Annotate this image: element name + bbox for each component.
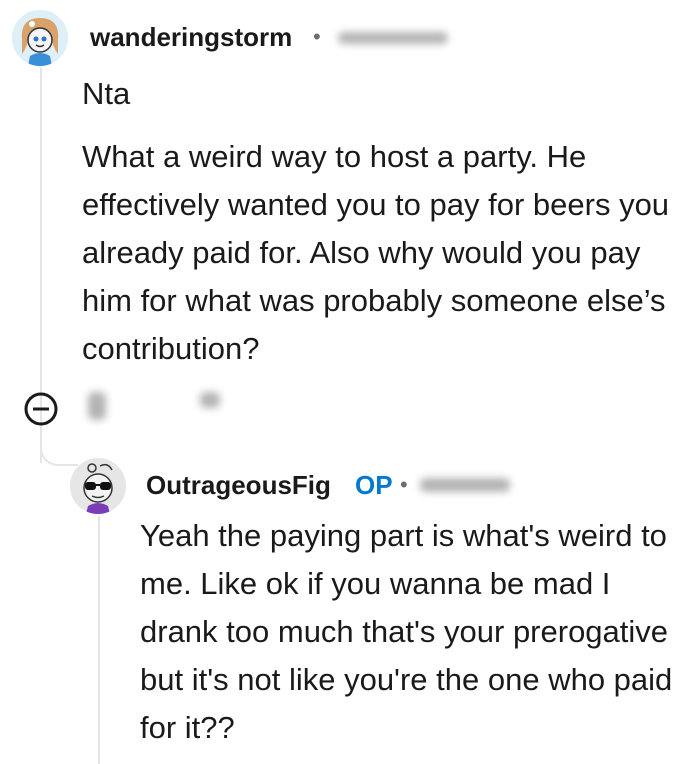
comment-username[interactable]: wanderingstorm <box>90 22 292 53</box>
collapse-thread-button[interactable] <box>22 390 60 428</box>
minus-circle-icon <box>24 392 58 426</box>
avatar[interactable] <box>12 10 68 66</box>
redacted-timestamp <box>420 478 510 492</box>
thread-line-elbow <box>40 430 78 466</box>
comment-username[interactable]: OutrageousFig <box>146 470 331 501</box>
op-badge: OP <box>355 470 393 500</box>
redacted-timestamp <box>338 32 448 44</box>
comment-short-text: Nta <box>82 76 131 111</box>
avatar-icon <box>70 458 126 514</box>
comment-body: Yeah the paying part is what's weird to … <box>140 518 673 745</box>
avatar-icon <box>12 10 68 66</box>
avatar[interactable] <box>70 458 126 514</box>
redacted-action-icon <box>200 392 220 408</box>
comment-body: What a weird way to host a party. He eff… <box>82 139 670 366</box>
reply-thread-line[interactable] <box>98 516 100 764</box>
redacted-vote-icon <box>88 392 106 420</box>
separator-dot: • <box>313 24 321 49</box>
separator-dot: • <box>400 472 408 497</box>
